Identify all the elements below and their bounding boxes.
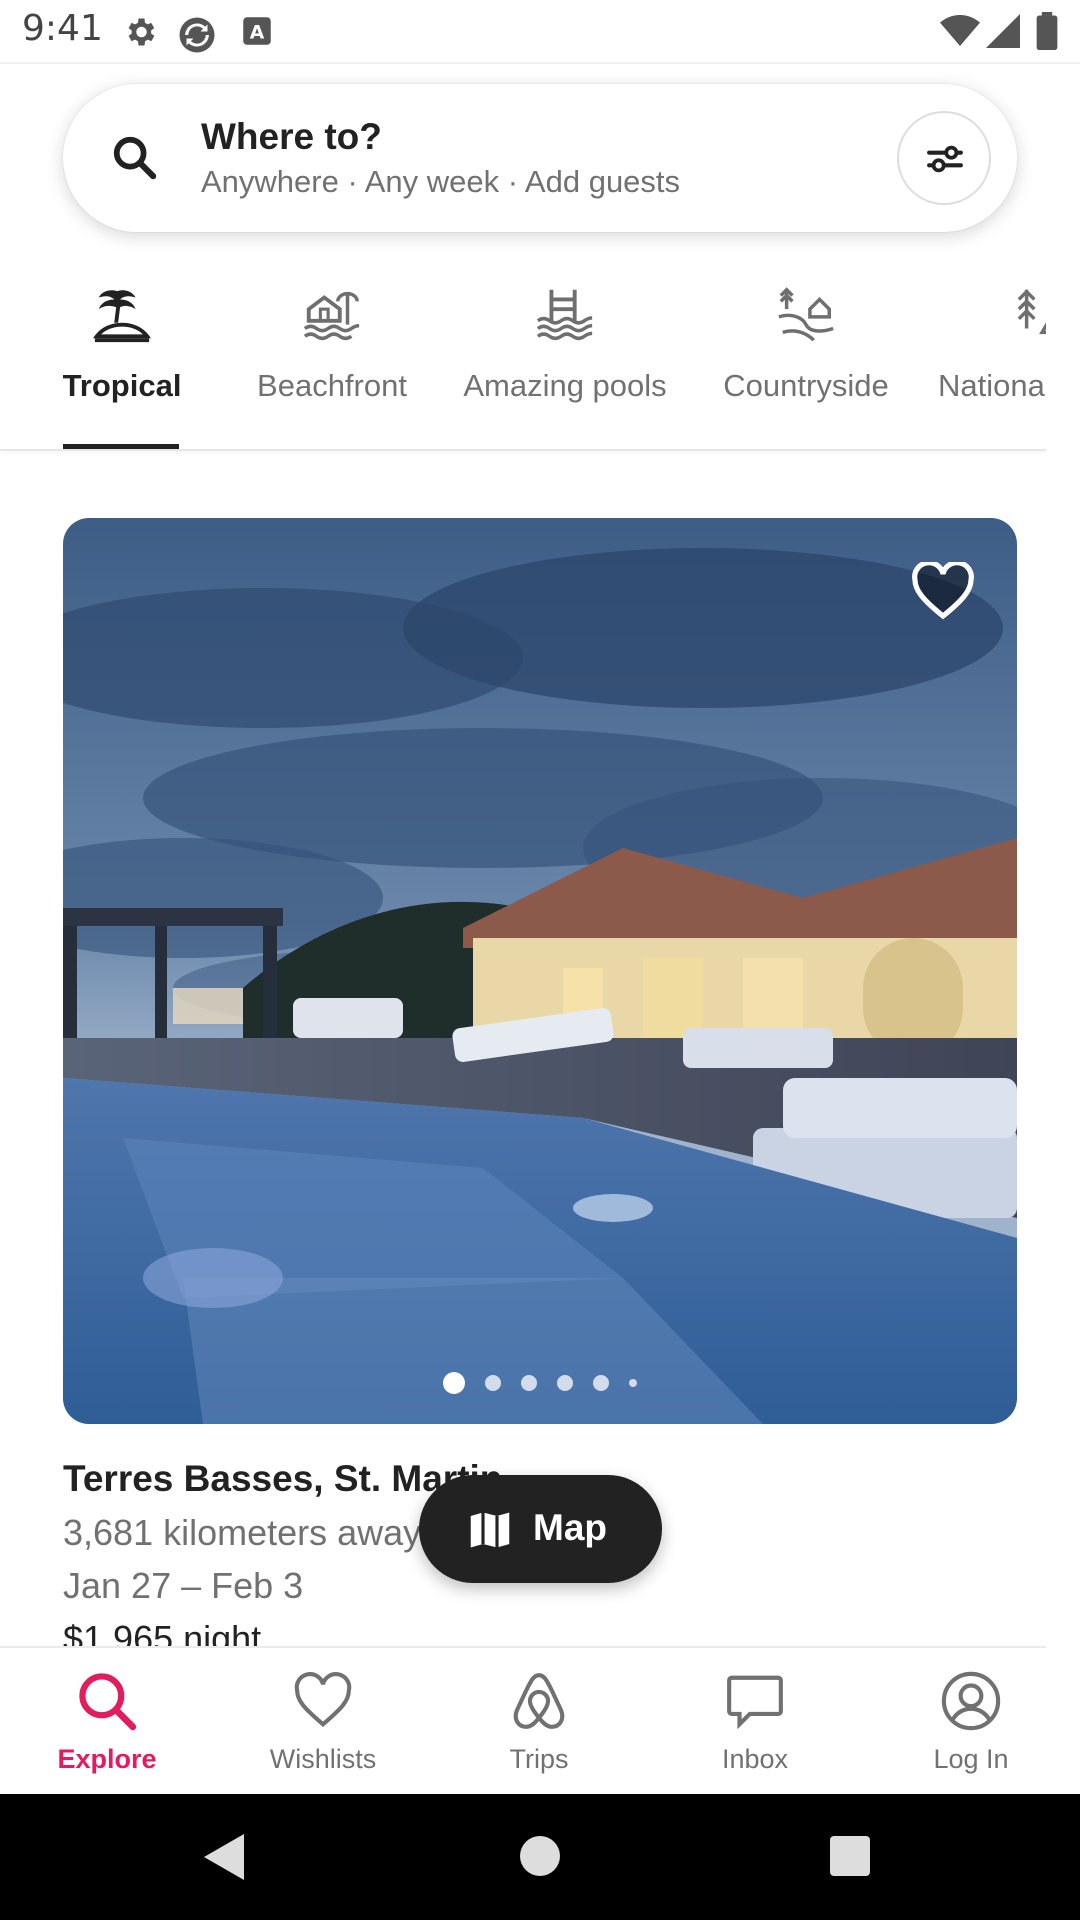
nav-label: Explore <box>57 1744 157 1774</box>
nav-explore[interactable]: Explore <box>7 1648 207 1796</box>
heart-icon <box>294 1672 352 1727</box>
nav-trips[interactable]: Trips <box>439 1648 639 1796</box>
map-button-label: Map <box>533 1507 607 1548</box>
back-icon[interactable] <box>204 1834 244 1880</box>
bottom-nav: Explore Wishlists Trips Inbox Log In <box>0 1646 1046 1794</box>
nav-label: Wishlists <box>269 1744 377 1774</box>
map-button[interactable]: Map <box>419 1475 662 1583</box>
search-icon <box>79 1673 137 1731</box>
listing-dates: Jan 27 – Feb 3 <box>63 1565 304 1606</box>
nav-log-in[interactable]: Log In <box>871 1648 1071 1796</box>
home-icon[interactable] <box>520 1836 560 1876</box>
nav-label: Inbox <box>721 1744 789 1774</box>
map-icon <box>470 1512 510 1548</box>
android-nav-bar <box>0 1794 1080 1920</box>
airbnb-logo-icon <box>513 1673 565 1729</box>
nav-label: Log In <box>933 1744 1009 1774</box>
user-circle-icon <box>941 1671 1001 1731</box>
listing-price: $1,965 night <box>63 1618 262 1646</box>
nav-inbox[interactable]: Inbox <box>655 1648 855 1796</box>
nav-wishlists[interactable]: Wishlists <box>223 1648 423 1796</box>
listing-details[interactable]: Terres Basses, St. Martin 3,681 kilomete… <box>0 0 1046 1646</box>
recents-icon[interactable] <box>830 1836 870 1876</box>
listing-distance: 3,681 kilometers away <box>63 1512 422 1553</box>
nav-label: Trips <box>509 1744 569 1774</box>
message-icon <box>727 1675 783 1730</box>
